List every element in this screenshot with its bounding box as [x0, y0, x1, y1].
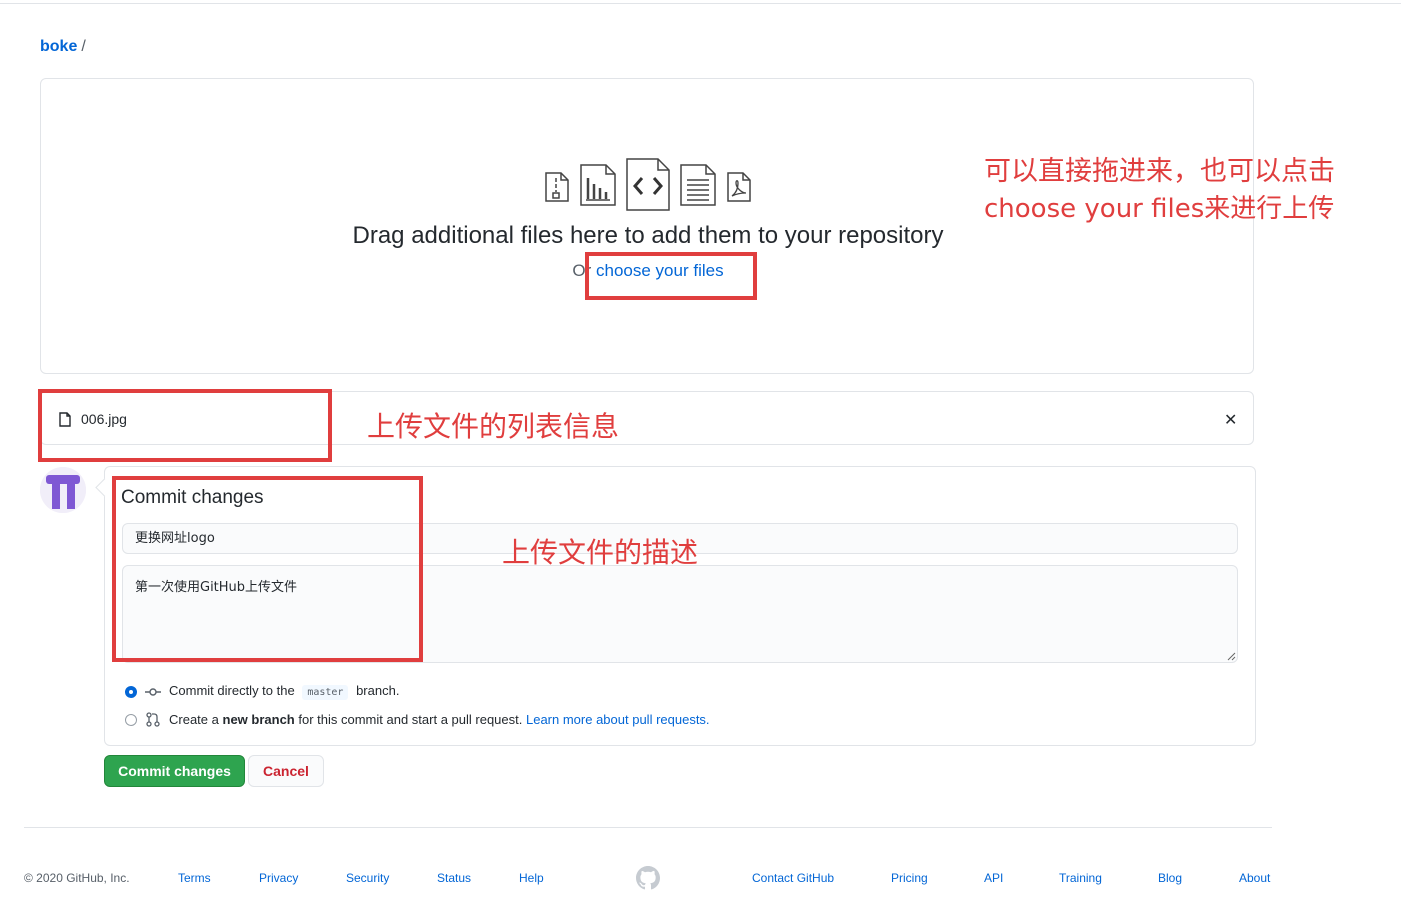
- new-branch-middle: for this commit and start a pull request…: [298, 712, 523, 727]
- footer-link-security[interactable]: Security: [346, 871, 389, 885]
- breadcrumb: boke /: [40, 38, 86, 56]
- dropzone-title: Drag additional files here to add them t…: [352, 222, 944, 249]
- file-type-icons: [540, 158, 760, 212]
- breadcrumb-separator: /: [81, 38, 86, 55]
- learn-more-pr-link[interactable]: Learn more about pull requests.: [526, 712, 710, 727]
- footer-link-contact[interactable]: Contact GitHub: [752, 871, 834, 885]
- new-branch-bold: new branch: [222, 712, 295, 727]
- commit-direct-prefix: Commit directly to the: [169, 683, 295, 698]
- new-branch-radio[interactable]: [125, 714, 137, 726]
- commit-direct-option[interactable]: Commit directly to the master branch.: [169, 683, 400, 700]
- cancel-button[interactable]: Cancel: [248, 755, 324, 787]
- footer-copyright: © 2020 GitHub, Inc.: [24, 871, 130, 885]
- pull-request-icon: [146, 712, 160, 727]
- file-text-icon: [680, 164, 716, 206]
- annotation-drag-note-line2: choose your files来进行上传: [984, 194, 1335, 224]
- annotation-file-list-note: 上传文件的列表信息: [367, 410, 620, 443]
- file-code-icon: [626, 158, 670, 211]
- footer-link-blog[interactable]: Blog: [1158, 871, 1182, 885]
- git-commit-icon: [145, 688, 161, 696]
- github-logo-icon[interactable]: [636, 866, 660, 890]
- annotation-box-file-list: [38, 389, 332, 462]
- footer-divider: [24, 827, 1272, 828]
- footer-link-help[interactable]: Help: [519, 871, 544, 885]
- footer-link-pricing[interactable]: Pricing: [891, 871, 928, 885]
- commit-direct-radio[interactable]: [125, 686, 137, 698]
- annotation-box-choose-files: [585, 252, 757, 300]
- footer-link-privacy[interactable]: Privacy: [259, 871, 298, 885]
- resize-grip-icon[interactable]: [1227, 652, 1236, 661]
- breadcrumb-repo-link[interactable]: boke: [40, 38, 77, 55]
- annotation-drag-note-line1: 可以直接拖进来，也可以点击: [984, 156, 1335, 187]
- new-branch-option[interactable]: Create a new branch for this commit and …: [169, 712, 710, 727]
- annotation-description-note: 上传文件的描述: [502, 536, 699, 569]
- commit-form-pointer: [95, 478, 114, 497]
- commit-direct-suffix: branch.: [356, 683, 400, 698]
- footer-link-status[interactable]: Status: [437, 871, 471, 885]
- close-icon[interactable]: ✕: [1224, 410, 1237, 430]
- file-pdf-icon: [727, 172, 751, 202]
- annotation-box-commit-message: [112, 476, 423, 662]
- avatar-identicon: [40, 467, 86, 513]
- new-branch-prefix: Create a: [169, 712, 219, 727]
- branch-name: master: [302, 685, 349, 700]
- file-zip-icon: [545, 172, 569, 202]
- avatar[interactable]: [40, 467, 86, 513]
- footer-link-training[interactable]: Training: [1059, 871, 1102, 885]
- footer-link-terms[interactable]: Terms: [178, 871, 211, 885]
- footer-link-about[interactable]: About: [1239, 871, 1270, 885]
- footer-link-api[interactable]: API: [984, 871, 1003, 885]
- file-chart-icon: [580, 164, 616, 206]
- top-divider: [0, 3, 1401, 4]
- commit-changes-button[interactable]: Commit changes: [104, 755, 245, 787]
